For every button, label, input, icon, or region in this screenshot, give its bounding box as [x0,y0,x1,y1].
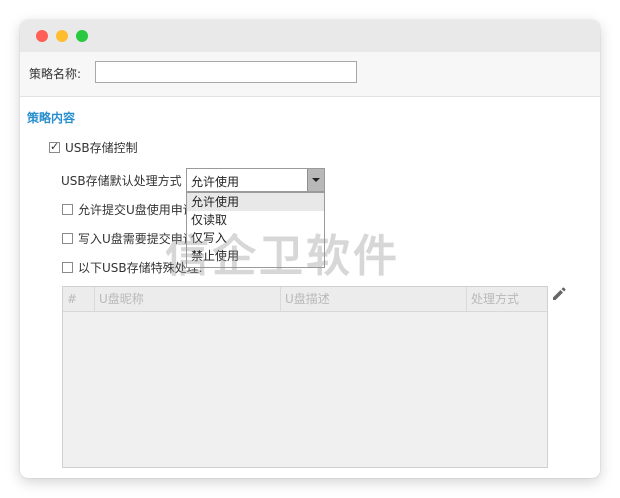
dropdown-option-write-only[interactable]: 仅写入 [187,229,324,247]
close-window-button[interactable] [36,30,48,42]
special-handling-checkbox[interactable] [62,262,73,273]
default-action-dropdown: 允许使用 仅读取 仅写入 禁止使用 [186,192,325,268]
column-description[interactable]: U盘描述 [281,287,467,311]
default-action-value: 允许使用 [191,175,240,189]
minimize-window-button[interactable] [56,30,68,42]
dropdown-option-read-only[interactable]: 仅读取 [187,211,324,229]
special-handling-label: 以下USB存储特殊处理: [78,261,203,275]
column-nickname[interactable]: U盘昵称 [95,287,281,311]
dropdown-option-allow[interactable]: 允许使用 [187,193,324,211]
default-action-select[interactable]: 允许使用 [186,168,325,192]
column-action[interactable]: 处理方式 [467,287,547,311]
usb-control-label: USB存储控制 [65,141,138,155]
chevron-down-icon[interactable] [307,169,324,191]
policy-name-row: 策略名称: [20,52,600,97]
write-request-checkbox[interactable] [62,233,73,244]
dropdown-option-forbid[interactable]: 禁止使用 [187,247,324,265]
column-index[interactable]: # [63,287,95,311]
table-header: # U盘昵称 U盘描述 处理方式 [63,287,547,312]
allow-request-checkbox[interactable] [62,204,73,215]
section-title: 策略内容 [27,111,76,125]
pencil-icon[interactable] [551,286,567,302]
write-request-label: 写入U盘需要提交申请 [78,232,195,246]
allow-request-label: 允许提交U盘使用申请 [78,203,195,217]
usb-control-checkbox[interactable] [49,140,60,153]
usb-rules-table: # U盘昵称 U盘描述 处理方式 [62,286,548,468]
policy-window: 策略名称: 策略内容 USB存储控制 USB存储默认处理方式 允许使用 允许提交… [20,20,600,478]
titlebar [20,20,600,52]
maximize-window-button[interactable] [76,30,88,42]
policy-name-input[interactable] [95,61,357,83]
default-action-label: USB存储默认处理方式 [61,174,182,188]
policy-name-label: 策略名称: [29,67,82,81]
